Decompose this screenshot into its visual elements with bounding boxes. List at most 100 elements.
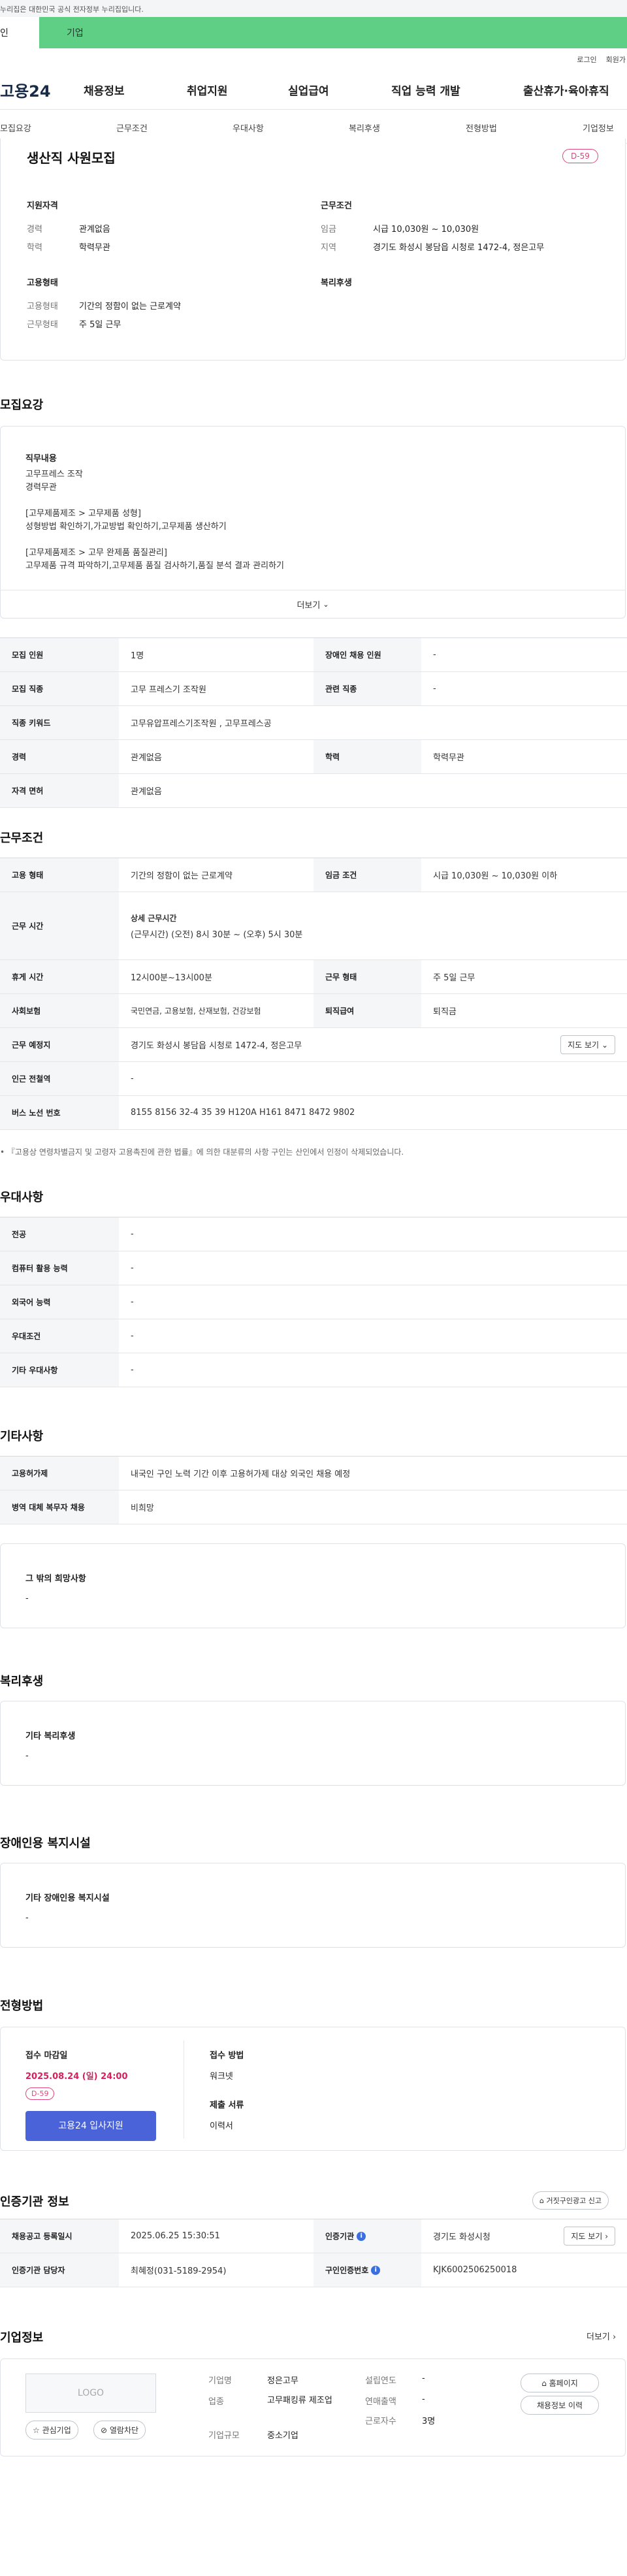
work-table: 고용 형태 기간의 정함이 없는 근로계약 임금 조건 시급 10,030원 ~ 1…	[0, 858, 627, 1130]
company-title: 기업정보	[0, 2331, 44, 2345]
tab-company[interactable]: 기업정보	[583, 121, 614, 134]
job-desc-line: [고무제품제조 > 고무제품 성형]	[25, 509, 141, 519]
hours-head: 상세 근무시간	[131, 913, 177, 923]
tab-personal[interactable]: 인	[0, 17, 39, 48]
table-row: 기타 우대사항 -	[0, 1353, 627, 1387]
more-button[interactable]: 더보기 ⌄	[1, 590, 625, 619]
gnb-item-employment-support[interactable]: 취업지원	[187, 82, 288, 98]
deadline-value: 2025.08.24 (일) 24:00	[25, 2072, 128, 2082]
job-desc-line: 고무프레스 조작	[25, 470, 83, 479]
career-value: 관계없음	[79, 225, 110, 234]
company-more-label: 더보기	[587, 2332, 610, 2342]
gnb-item-jobs[interactable]: 채용정보	[84, 82, 187, 98]
edu-value: 학력무관	[79, 243, 110, 253]
map-button[interactable]: 지도 보기 ⌄	[560, 1035, 615, 1054]
more-button-label: 더보기	[297, 601, 321, 611]
fav-button[interactable]: ☆ 관심기업	[25, 2421, 78, 2439]
job-title: 생산직 사원모집	[27, 150, 116, 166]
emp-title: 고용형태	[27, 278, 58, 288]
company-more-link[interactable]: 더보기 ›	[587, 2330, 616, 2342]
gnb-item-leave[interactable]: 출산휴가·육아휴직	[523, 82, 609, 98]
edu-label: 학력	[314, 740, 421, 773]
job-desc-line: [고무제품제조 > 고무 완제품 품질관리]	[25, 548, 167, 558]
org-map-button[interactable]: 지도 보기 ›	[564, 2227, 615, 2246]
map-button-label: 지도 보기	[568, 1040, 600, 1050]
homepage-button[interactable]: ⌂ 홈페이지	[521, 2374, 599, 2392]
tab-welfare[interactable]: 복리후생	[349, 121, 380, 134]
table-row: 근무 시간 상세 근무시간 (근무시간) (오전) 8시 30분 ~ (오후) …	[0, 892, 627, 960]
recruit-title: 모집요강	[0, 398, 44, 412]
info-icon[interactable]: i	[357, 2231, 366, 2241]
reg-label: 채용공고 등록일시	[0, 2219, 119, 2253]
table-row: 컴퓨터 활용 능력 -	[0, 1251, 627, 1285]
worktype-label: 근무 형태	[314, 960, 421, 993]
welfare-title: 복리후생	[321, 278, 352, 288]
edu-label: 학력	[27, 243, 42, 253]
name-value: 정은고무	[267, 2376, 298, 2386]
prefer-label: 컴퓨터 활용 능력	[0, 1251, 119, 1285]
worktype-label: 근무형태	[27, 320, 58, 330]
chevron-right-icon: ›	[613, 2332, 617, 2342]
prefer-section: 우대사항 전공 - 컴퓨터 활용 능력 - 외국어 능력 - 우대조건 - 기타 우대사…	[0, 1171, 627, 1414]
disabled-value: -	[433, 650, 436, 660]
site-logo[interactable]: 고용24	[0, 78, 84, 101]
tab-personal-label: 인	[0, 28, 8, 39]
apply-button[interactable]: 고용24 입사지원	[25, 2111, 156, 2141]
tab-recruit[interactable]: 모집요강	[0, 121, 31, 134]
industry-label: 업종	[208, 2397, 224, 2407]
prefer-value: -	[131, 1297, 134, 1307]
home-icon: ⌂	[541, 2379, 549, 2388]
work-section: 근무조건 고용 형태 기간의 정함이 없는 근로계약 임금 조건 시급 10,030…	[0, 799, 627, 1171]
table-row: 우대조건 -	[0, 1319, 627, 1353]
chevron-right-icon: ›	[605, 2232, 608, 2241]
job-desc-text: 고무프레스 조작 경력무관 [고무제품제조 > 고무제품 성형] 성형방법 확인…	[25, 468, 284, 573]
mgr-value: 최혜정(031-5189-2954)	[131, 2266, 227, 2276]
region-value: 경기도 화성시 봉담읍 시청로 1472-4, 정은고무	[373, 243, 545, 253]
recruit-section: 모집요강 직무내용 고무프레스 조작 경력무관 [고무제품제조 > 고무제품 성…	[0, 366, 627, 808]
work-section-title: 근무조건	[0, 831, 44, 845]
edu-value: 학력무관	[433, 753, 464, 763]
block-button[interactable]: ⊘ 열람차단	[93, 2421, 146, 2439]
agency-table: 채용공고 등록일시 2025.06.25 15:30:51 인증기관 i 경기도 화…	[0, 2219, 627, 2287]
docs-value: 이력서	[210, 2121, 233, 2131]
selection-section: 전형방법 접수 마감일 2025.08.24 (일) 24:00 D-59 고용…	[0, 1967, 627, 2180]
block-label: 열람차단	[109, 2426, 139, 2435]
emptype-label: 고용형태	[27, 302, 58, 312]
tab-company[interactable]: 기업	[39, 17, 627, 48]
tab-work[interactable]: 근무조건	[116, 121, 148, 134]
login-link[interactable]: 로그인	[577, 54, 596, 65]
gnb-item-training[interactable]: 직업 능력 개발	[391, 82, 523, 98]
industry-value: 고무패킹류 제조업	[267, 2396, 332, 2406]
worktype-value: 주 5일 근무	[79, 320, 121, 330]
gnb-item-unemployment[interactable]: 실업급여	[288, 82, 391, 98]
hours-value: (근무시간) (오전) 8시 30분 ~ (오후) 5시 30분	[131, 929, 303, 940]
chevron-down-icon: ⌄	[601, 1040, 608, 1050]
notice-value: 『고용상 연령차별금지 및 고령자 고용촉진에 관한 법률』에 의한 대분류의 …	[7, 1148, 404, 1157]
join-link[interactable]: 회원가	[606, 54, 626, 65]
prefer-value: -	[131, 1331, 134, 1341]
size-value: 중소기업	[267, 2431, 298, 2441]
org-label: 인증기관	[325, 2232, 355, 2241]
break-label: 휴게 시간	[0, 960, 119, 993]
region-label: 지역	[321, 243, 336, 253]
info-icon[interactable]: i	[371, 2265, 381, 2275]
etc-label: 고용허가제	[0, 1457, 119, 1490]
disabled-fac-sub: 기타 장애인용 복지시설	[25, 1893, 110, 1903]
tab-prefer[interactable]: 우대사항	[233, 121, 264, 134]
mgr-label: 인증기관 담당자	[0, 2253, 119, 2287]
report-button[interactable]: ⌂ 거짓구인광고 신고	[532, 2191, 609, 2210]
star-icon: ☆	[33, 2426, 42, 2435]
prefer-title: 우대사항	[0, 1191, 44, 1204]
history-button[interactable]: 채용정보 이력	[521, 2396, 599, 2415]
no-label-cell: 구인인증번호 i	[314, 2253, 421, 2287]
staff-value: 3명	[422, 2417, 436, 2426]
method-value: 워크넷	[210, 2072, 233, 2082]
tab-selection[interactable]: 전형방법	[466, 121, 497, 134]
fav-label: 관심기업	[42, 2426, 71, 2435]
etc-value: 내국인 구인 노력 기간 이후 고용허가제 대상 외국인 채용 예정	[131, 1470, 351, 1479]
hours-label: 근무 시간	[0, 892, 119, 959]
bus-value: 8155 8156 32-4 35 39 H120A H161 8471 847…	[131, 1108, 355, 1118]
emptype-value: 기간의 정함이 없는 근로계약	[79, 302, 181, 312]
table-row: 인증기관 담당자 최혜정(031-5189-2954) 구인인증번호 i KJK600…	[0, 2253, 627, 2287]
disabled-fac-title: 장애인용 복지시설	[0, 1837, 91, 1850]
